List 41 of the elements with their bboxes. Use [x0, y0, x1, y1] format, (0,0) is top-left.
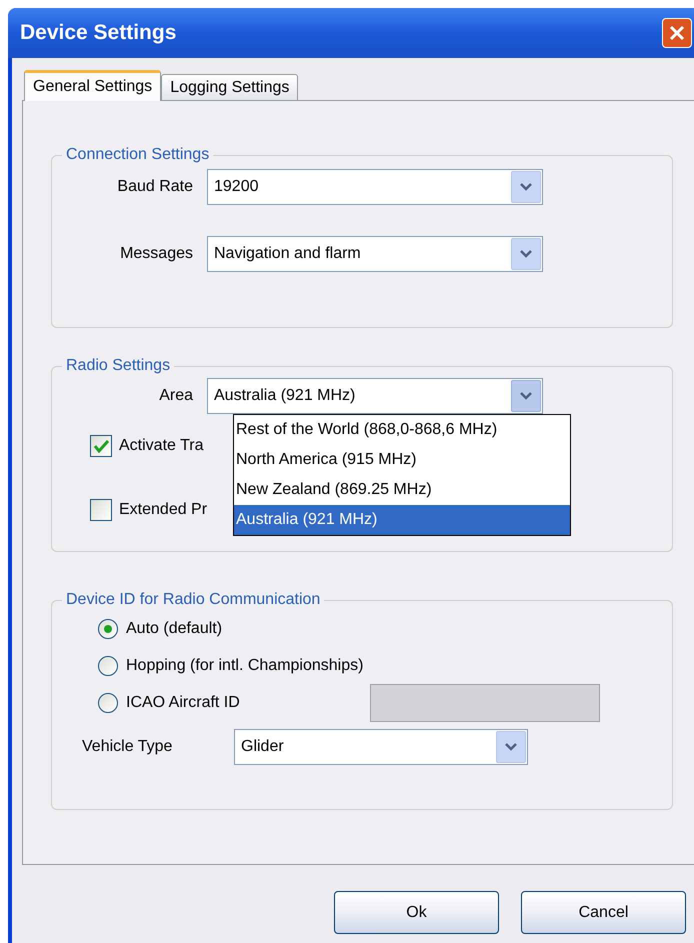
close-icon — [669, 25, 685, 41]
chevron-down-icon — [505, 743, 517, 751]
checkbox-label: Activate Tra — [119, 436, 204, 456]
group-title: Device ID for Radio Communication — [65, 590, 322, 610]
chevron-down-icon — [520, 392, 532, 400]
window-title: Device Settings — [20, 20, 178, 46]
field-label: Area — [158, 386, 194, 406]
group-title: Connection Settings — [65, 145, 210, 165]
group-title: Radio Settings — [65, 356, 172, 376]
close-button[interactable] — [662, 18, 692, 48]
tab[interactable]: Logging Settings — [161, 74, 298, 100]
dropdown-option[interactable]: Rest of the World (868,0-868,6 MHz) — [234, 415, 570, 445]
radio-button[interactable] — [98, 692, 118, 712]
dropdown-button[interactable] — [496, 731, 526, 763]
field-label: Vehicle Type — [82, 737, 174, 757]
dropdown-option[interactable]: North America (915 MHz) — [234, 445, 570, 475]
radio-button[interactable] — [98, 618, 118, 638]
radio-label: Auto (default) — [126, 618, 224, 638]
dropdown-button[interactable] — [511, 380, 541, 412]
chevron-down-icon — [520, 250, 532, 258]
check-icon — [94, 440, 108, 452]
checkbox-label: Extended Pr — [119, 500, 208, 520]
tab[interactable]: General Settings — [24, 70, 162, 101]
dropdown-option[interactable]: New Zealand (869.25 MHz) — [234, 475, 570, 505]
field-label: Messages — [119, 244, 194, 264]
combo-box[interactable]: 19200 — [207, 169, 543, 205]
combo-box[interactable]: Glider — [234, 729, 528, 765]
checkbox[interactable] — [90, 435, 112, 457]
chevron-down-icon — [520, 183, 532, 191]
dropdown-button[interactable] — [511, 238, 541, 270]
combo-box[interactable]: Navigation and flarm — [207, 236, 543, 272]
dialog-button[interactable]: Ok — [334, 891, 499, 934]
radio-button[interactable] — [98, 656, 118, 676]
checkbox[interactable] — [90, 499, 112, 521]
radio-label: ICAO Aircraft ID — [126, 692, 241, 712]
dropdown-option[interactable]: Australia (921 MHz) — [234, 505, 570, 535]
radio-label: Hopping (for intl. Championships) — [126, 656, 364, 676]
dialog-button[interactable]: Cancel — [521, 891, 686, 934]
field-label: Baud Rate — [116, 177, 194, 197]
dropdown-button[interactable] — [511, 171, 541, 203]
combo-box[interactable]: Australia (921 MHz) — [207, 378, 543, 414]
